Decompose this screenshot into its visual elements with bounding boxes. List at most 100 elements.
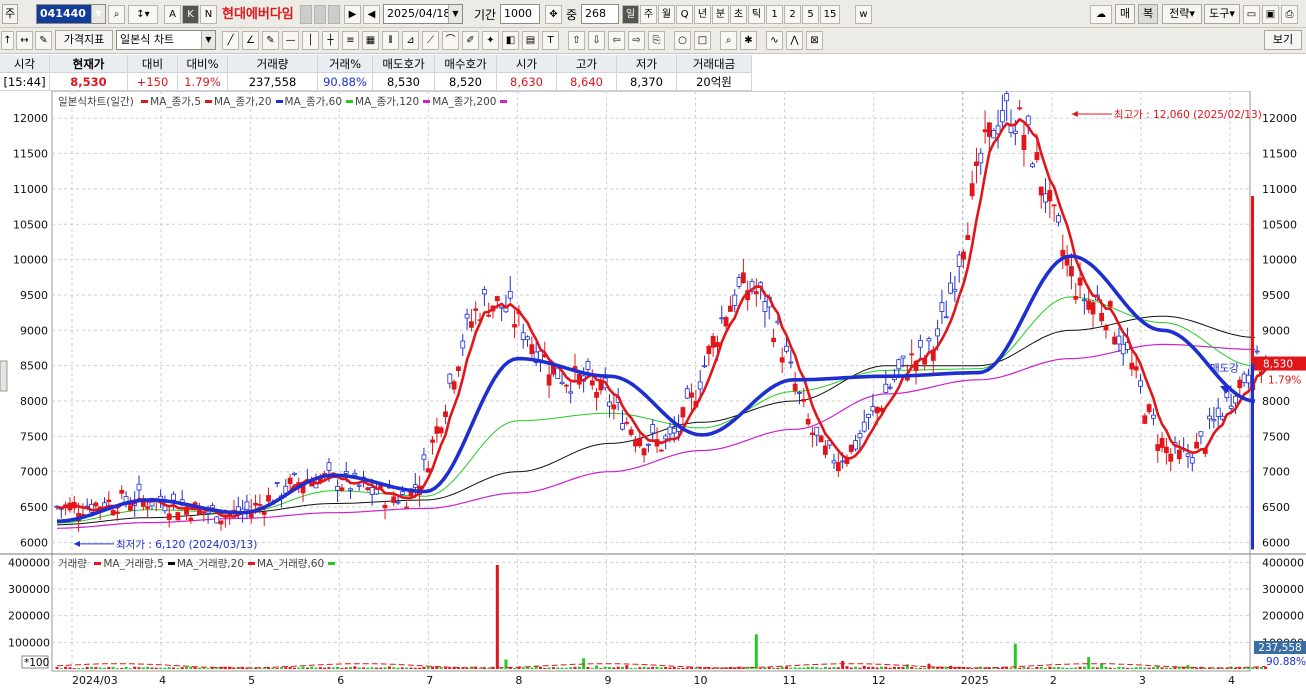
period-button[interactable]: 월 [658, 5, 675, 24]
date-picker[interactable]: 2025/04/18 ▼ [383, 4, 463, 24]
chart-type-select[interactable]: 일본식 차트 ▼ [116, 30, 216, 50]
letter-n-button[interactable]: N [200, 5, 217, 24]
play-back-icon[interactable]: ◀ [363, 5, 380, 24]
fibo-tool-icon[interactable]: ⫴ [382, 31, 399, 50]
flag-tool-icon[interactable]: ⊠ [806, 31, 823, 50]
stock-chart[interactable]: 6000 6000 6500 6500 7000 7000 7500 7500 8000 8000… [0, 91, 1306, 688]
legend-item: MA_종가,60 [272, 96, 342, 108]
chevron-down-icon[interactable]: ▼ [91, 5, 105, 23]
buy-button[interactable]: 매 [1115, 4, 1135, 24]
period-button[interactable]: 2 [784, 5, 801, 24]
bookmark-tool-icon[interactable]: ⎘ [648, 31, 665, 50]
period-button[interactable]: 일 [622, 5, 639, 24]
color-tool-icon[interactable]: ✦ [482, 31, 499, 50]
left-arrow-tool-icon[interactable]: ⇦ [608, 31, 625, 50]
memo-icon[interactable] [314, 5, 326, 24]
price-tick-right: 7500 [1262, 430, 1290, 443]
angle-tool-icon[interactable]: ∠ [242, 31, 259, 50]
date-tick: 6 [337, 674, 344, 687]
strategy-menu[interactable]: 전략▾ [1162, 4, 1202, 24]
candle-body [1081, 299, 1087, 302]
period-button[interactable]: 5 [802, 5, 819, 24]
quote-value: 237,558 [228, 73, 318, 91]
folder-icon[interactable]: ▭ [1243, 5, 1260, 24]
candle-body [1241, 373, 1247, 384]
arrow-up-icon[interactable]: ↑ [1, 31, 14, 50]
stock-code-input[interactable]: 041440 ▼ [36, 4, 106, 24]
volume-bar [1190, 667, 1194, 669]
candle-body [844, 458, 850, 464]
period-button[interactable]: 주 [640, 5, 657, 24]
right-arrow-tool-icon[interactable]: ⇨ [628, 31, 645, 50]
info-icon[interactable] [300, 5, 312, 24]
search-icon[interactable]: ⌕ [108, 5, 125, 24]
channel-tool-icon[interactable]: ≡ [342, 31, 359, 50]
arc-tool-icon[interactable]: ⌒ [442, 31, 459, 50]
save-icon[interactable]: ▣ [1262, 5, 1279, 24]
zigzag-tool-icon[interactable]: ⋀ [786, 31, 803, 50]
gann-tool-icon[interactable]: ⊿ [402, 31, 419, 50]
chart-wave-icon[interactable]: w [855, 5, 872, 24]
text-tool-icon[interactable]: T [542, 31, 559, 50]
legend-item: MA_종가,5 [137, 96, 201, 108]
date-value: 2025/04/18 [387, 7, 451, 20]
erase-tool-icon[interactable]: ✐ [462, 31, 479, 50]
note-tool-icon[interactable]: ▤ [522, 31, 539, 50]
price-tick-left: 11000 [13, 183, 48, 196]
candle-body [460, 340, 466, 349]
move-icon[interactable]: ✥ [545, 5, 562, 24]
period-button[interactable]: 분 [712, 5, 729, 24]
arrows-horizontal-icon[interactable]: ↔ [16, 31, 33, 50]
wave-tool-icon[interactable]: ∿ [766, 31, 783, 50]
count-input[interactable]: 268 [581, 4, 619, 24]
vline-tool-icon[interactable]: │ [302, 31, 319, 50]
volume-bar [1130, 667, 1134, 669]
candle-body [965, 235, 971, 241]
grid-tool-icon[interactable]: ▦ [362, 31, 379, 50]
period-button[interactable]: 년 [694, 5, 711, 24]
candle-body [404, 506, 410, 509]
trend-tool-icon[interactable]: ⟋ [422, 31, 439, 50]
chevron-down-icon[interactable]: ▼ [201, 31, 215, 49]
hline-tool-icon[interactable]: — [282, 31, 299, 50]
news-icon[interactable] [328, 5, 340, 24]
bug-tool-icon[interactable]: ✱ [740, 31, 757, 50]
cross-tool-icon[interactable]: ┼ [322, 31, 339, 50]
candle-body [650, 424, 656, 434]
low-price-note: 최저가 : 6,120 (2024/03/13) [116, 539, 257, 551]
volume-bar [694, 667, 698, 669]
play-forward-icon[interactable]: ▶ [344, 5, 361, 24]
print-icon[interactable]: ⎙ [1281, 5, 1298, 24]
tools-menu[interactable]: 도구▾ [1204, 4, 1240, 24]
circle-tool-icon[interactable]: ○ [674, 31, 691, 50]
marker-tool-icon[interactable]: ◧ [502, 31, 519, 50]
edit-icon[interactable]: ✎ [35, 31, 52, 50]
down-arrow-tool-icon[interactable]: ⇩ [588, 31, 605, 50]
candle-body [952, 288, 958, 292]
volume-bar [953, 666, 957, 669]
cloud-icon[interactable]: ☁ [1090, 5, 1112, 24]
multi-button[interactable]: 복 [1138, 4, 1158, 24]
volume-bar [875, 667, 879, 669]
rect-tool-icon[interactable]: □ [694, 31, 711, 50]
volume-bar [746, 666, 750, 669]
price-indicator-button[interactable]: 가격지표 [55, 30, 113, 50]
price-tick-right: 10500 [1262, 218, 1297, 231]
period-button[interactable]: 틱 [748, 5, 765, 24]
view-button[interactable]: 보기 [1264, 30, 1302, 50]
chevron-down-icon[interactable]: ▼ [448, 5, 462, 23]
candle-body [1099, 312, 1105, 322]
line-tool-icon[interactable]: ╱ [222, 31, 239, 50]
period-button[interactable]: 초 [730, 5, 747, 24]
period-button[interactable]: 1 [766, 5, 783, 24]
pen-tool-icon[interactable]: ✎ [262, 31, 279, 50]
letter-a-button[interactable]: A [164, 5, 181, 24]
period-button[interactable]: 15 [820, 5, 840, 24]
up-arrow-tool-icon[interactable]: ⇧ [568, 31, 585, 50]
sort-icon[interactable]: ↕▾ [128, 5, 158, 24]
zoom-tool-icon[interactable]: ⌕ [720, 31, 737, 50]
period-button[interactable]: Q [676, 5, 693, 24]
period-input[interactable]: 1000 [500, 4, 540, 24]
letter-k-button[interactable]: K [182, 5, 199, 24]
market-label[interactable]: 주 [2, 4, 18, 24]
